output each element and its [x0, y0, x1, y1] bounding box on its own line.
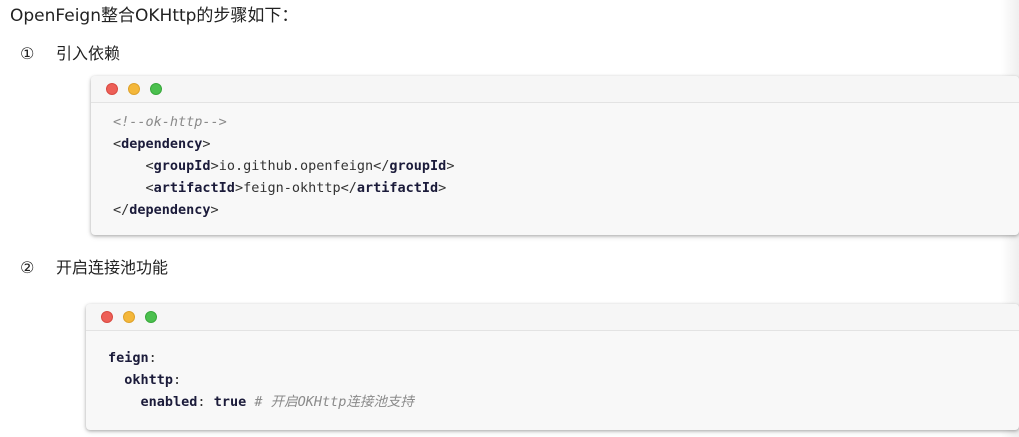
minimize-dot-icon [128, 83, 140, 95]
xml-code-titlebar [91, 76, 1019, 103]
xml-comment: <!--ok-http--> [113, 114, 227, 130]
xml-artifactid-open-tag: artifactId [153, 180, 235, 196]
xml-artifactid-close-tag: artifactId [356, 180, 439, 196]
xml-artifactid-value: feign-okhttp [243, 180, 341, 196]
xml-groupid-value: io.github.openfeign [218, 158, 374, 174]
step-2-number: ② [20, 258, 35, 277]
yaml-code-titlebar [86, 304, 1019, 331]
xml-dependency-close-tag: dependency [129, 202, 211, 218]
step-1: ① 引入依赖 [20, 42, 120, 66]
step-2: ② 开启连接池功能 [20, 256, 168, 280]
yaml-value-enabled: true [213, 394, 247, 410]
xml-groupid-open-tag: groupId [153, 158, 211, 174]
xml-dependency-open-tag: dependency [121, 136, 203, 152]
yaml-key-feign: feign [108, 350, 149, 366]
step-1-label: 引入依赖 [56, 44, 121, 63]
close-dot-icon [101, 311, 113, 323]
xml-code-content: <!--ok-http--> <dependency> <groupId>io.… [113, 114, 455, 218]
step-1-number: ① [20, 44, 35, 63]
yaml-comment: # 开启OKHttp连接池支持 [254, 394, 414, 410]
xml-code-window: <!--ok-http--> <dependency> <groupId>io.… [91, 76, 1019, 235]
maximize-dot-icon [145, 311, 157, 323]
yaml-key-enabled: enabled [140, 394, 198, 410]
page-heading: OpenFeign整合OKHttp的步骤如下： [10, 6, 299, 26]
xml-groupid-close-tag: groupId [389, 158, 447, 174]
maximize-dot-icon [150, 83, 162, 95]
minimize-dot-icon [123, 311, 135, 323]
step-2-label: 开启连接池功能 [56, 258, 169, 277]
yaml-key-okhttp: okhttp [124, 372, 174, 388]
yaml-code-window: feign: okhttp: enabled: true # 开启OKHttp连… [86, 304, 1019, 430]
close-dot-icon [106, 83, 118, 95]
yaml-code-content: feign: okhttp: enabled: true # 开启OKHttp连… [108, 350, 414, 410]
